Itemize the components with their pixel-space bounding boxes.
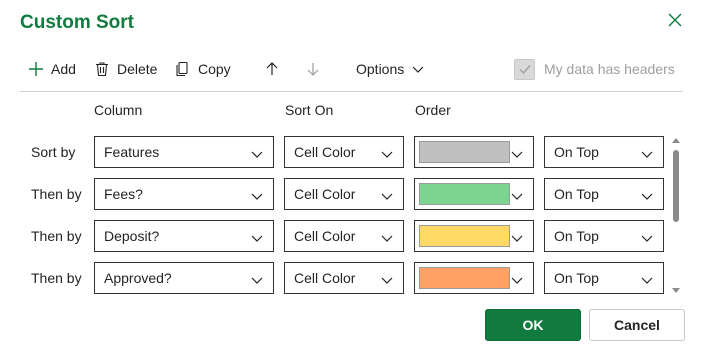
copy-label: Copy xyxy=(198,61,231,77)
dialog-title: Custom Sort xyxy=(20,12,134,33)
sort-on-dropdown[interactable]: Cell Color xyxy=(284,136,404,168)
chevron-down-icon xyxy=(251,235,263,242)
column-header: Column xyxy=(94,102,143,118)
row-label: Then by xyxy=(31,270,82,286)
column-value: Features xyxy=(104,144,160,160)
chevron-down-icon xyxy=(511,235,523,242)
color-order-dropdown[interactable] xyxy=(414,136,534,168)
sort-on-value: Cell Color xyxy=(294,228,356,244)
position-value: On Top xyxy=(554,186,599,202)
row-label: Then by xyxy=(31,228,82,244)
trash-icon xyxy=(96,62,108,77)
row-label: Then by xyxy=(31,186,82,202)
color-swatch xyxy=(419,267,510,289)
arrow-up-icon xyxy=(266,62,278,75)
order-header: Order xyxy=(415,102,451,118)
sort-on-header: Sort On xyxy=(285,102,334,118)
delete-label: Delete xyxy=(117,61,158,77)
chevron-down-icon xyxy=(251,277,263,284)
options-button[interactable]: Options xyxy=(356,58,425,80)
chevron-down-icon xyxy=(641,277,653,284)
divider xyxy=(20,91,683,92)
position-value: On Top xyxy=(554,144,599,160)
checkmark-icon xyxy=(519,65,531,75)
position-value: On Top xyxy=(554,228,599,244)
add-label: Add xyxy=(51,61,76,77)
color-order-dropdown[interactable] xyxy=(414,178,534,210)
position-value: On Top xyxy=(554,270,599,286)
color-order-dropdown[interactable] xyxy=(414,262,534,294)
position-dropdown[interactable]: On Top xyxy=(544,178,664,210)
column-dropdown[interactable]: Approved? xyxy=(94,262,274,294)
headers-checkbox-label: My data has headers xyxy=(544,61,675,77)
close-icon[interactable] xyxy=(665,10,685,30)
headers-checkbox-row[interactable]: My data has headers xyxy=(514,58,675,80)
position-dropdown[interactable]: On Top xyxy=(544,136,664,168)
copy-button[interactable]: Copy xyxy=(175,58,231,80)
row-label: Sort by xyxy=(31,144,76,160)
sort-on-dropdown[interactable]: Cell Color xyxy=(284,262,404,294)
chevron-down-icon xyxy=(251,151,263,158)
chevron-down-icon xyxy=(412,66,424,73)
sort-on-value: Cell Color xyxy=(294,186,356,202)
column-value: Fees? xyxy=(104,186,143,202)
scroll-up-icon[interactable] xyxy=(671,136,681,144)
chevron-down-icon xyxy=(511,193,523,200)
cancel-button[interactable]: Cancel xyxy=(589,309,685,341)
scroll-down-icon[interactable] xyxy=(671,287,681,295)
sort-on-dropdown[interactable]: Cell Color xyxy=(284,178,404,210)
column-dropdown[interactable]: Features xyxy=(94,136,274,168)
chevron-down-icon xyxy=(381,277,393,284)
position-dropdown[interactable]: On Top xyxy=(544,220,664,252)
chevron-down-icon xyxy=(641,193,653,200)
move-down-button[interactable] xyxy=(305,58,321,80)
ok-button[interactable]: OK xyxy=(485,309,581,341)
chevron-down-icon xyxy=(381,151,393,158)
chevron-down-icon xyxy=(251,193,263,200)
arrow-down-icon xyxy=(307,63,319,76)
plus-icon xyxy=(29,62,43,76)
copy-icon xyxy=(176,61,188,77)
column-dropdown[interactable]: Deposit? xyxy=(94,220,274,252)
sort-on-value: Cell Color xyxy=(294,270,356,286)
column-dropdown[interactable]: Fees? xyxy=(94,178,274,210)
chevron-down-icon xyxy=(381,235,393,242)
scrollbar-thumb[interactable] xyxy=(673,150,679,222)
position-dropdown[interactable]: On Top xyxy=(544,262,664,294)
sort-on-dropdown[interactable]: Cell Color xyxy=(284,220,404,252)
color-swatch xyxy=(419,225,510,247)
chevron-down-icon xyxy=(511,277,523,284)
chevron-down-icon xyxy=(641,235,653,242)
color-order-dropdown[interactable] xyxy=(414,220,534,252)
color-swatch xyxy=(419,141,510,163)
chevron-down-icon xyxy=(381,193,393,200)
color-swatch xyxy=(419,183,510,205)
add-button[interactable]: Add xyxy=(28,58,76,80)
column-value: Approved? xyxy=(104,270,172,286)
options-label: Options xyxy=(356,61,405,77)
sort-on-value: Cell Color xyxy=(294,144,356,160)
chevron-down-icon xyxy=(511,151,523,158)
chevron-down-icon xyxy=(641,151,653,158)
move-up-button[interactable] xyxy=(264,58,280,80)
delete-button[interactable]: Delete xyxy=(94,58,157,80)
headers-checkbox[interactable] xyxy=(514,58,535,80)
column-value: Deposit? xyxy=(104,228,160,244)
